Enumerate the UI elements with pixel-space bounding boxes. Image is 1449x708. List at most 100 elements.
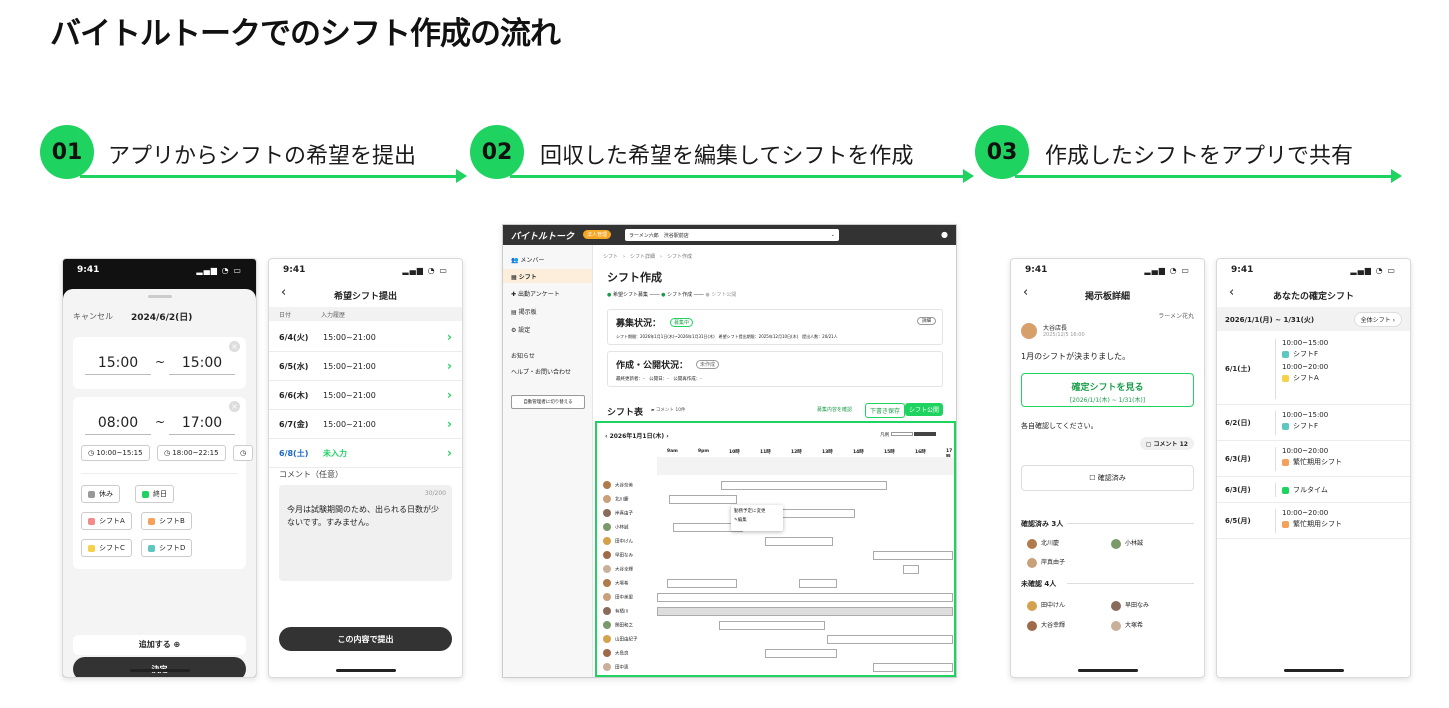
save-draft-button[interactable]: 下書き保存 xyxy=(865,403,906,418)
list-item[interactable]: 6/2(日) 10:00~15:00 シフトF xyxy=(1217,405,1410,441)
breadcrumb: シフト › シフト詳細 › シフト作成 xyxy=(603,254,693,260)
member-row[interactable]: 大島良 xyxy=(603,649,629,657)
start-time[interactable]: 08:00 xyxy=(85,415,151,435)
store-select[interactable]: ラーメン六郎 渋谷駅前店 ⌄ xyxy=(625,229,839,241)
list-item[interactable]: 6/3(月) 10:00~20:00 繁忙期用シフト xyxy=(1217,441,1410,477)
sheet-handle[interactable] xyxy=(148,295,172,298)
preset-chip[interactable]: ◷ 18:00~22:15 xyxy=(157,445,226,461)
view-recruit-link[interactable]: 募集内容を確認 xyxy=(817,406,852,413)
avatar xyxy=(603,635,611,643)
list-item[interactable]: 6/3(月) フルタイム xyxy=(1217,477,1410,503)
step-1-number: 01 xyxy=(40,125,94,179)
member-row[interactable]: 関田和之 xyxy=(603,621,633,629)
member-row[interactable]: 北川慶 xyxy=(603,495,629,503)
list-item[interactable]: 6/1(土) 10:00~15:00 シフトF 10:00~20:00 シフトA xyxy=(1217,333,1410,405)
people-icon: 👥 xyxy=(511,257,521,264)
list-item[interactable]: 6/7(金) 15:00~21:00 › xyxy=(269,410,462,439)
sidebar-item-help[interactable]: ヘルプ・お問い合わせ xyxy=(511,367,571,376)
member-row[interactable]: 早田なみ xyxy=(603,551,633,559)
progress-steps: ● 希望シフト募集 ―― ● シフト作成 ―― ● シフト公開 xyxy=(607,292,737,298)
member-row[interactable]: 大谷幸輝 xyxy=(603,565,633,573)
member-row[interactable]: 岸真由子 xyxy=(603,509,633,517)
publish-button[interactable]: シフト公開 xyxy=(905,403,944,416)
add-button[interactable]: 追加する ⊕ xyxy=(73,635,246,655)
logo: バイトルトーク xyxy=(511,232,575,242)
close-icon[interactable]: × xyxy=(229,341,240,352)
shift-bar[interactable] xyxy=(765,649,837,658)
close-icon[interactable]: × xyxy=(229,401,240,412)
step-1: 01 xyxy=(40,125,94,179)
shift-bar[interactable] xyxy=(657,593,953,602)
decide-button[interactable]: 決定 xyxy=(73,657,246,677)
list-item[interactable]: 6/6(木) 15:00~21:00 › xyxy=(269,381,462,410)
step-3-arrow-head xyxy=(1391,169,1402,183)
sidebar-item-board[interactable]: ▤ 掲示板 xyxy=(511,307,537,316)
sidebar-item-survey[interactable]: ✚ 出勤アンケート xyxy=(511,289,560,298)
list-item[interactable]: 6/8(土) 未入力 › xyxy=(269,439,462,468)
chip-shift-d[interactable]: シフトD xyxy=(141,539,193,557)
shift-color-swatch xyxy=(1282,422,1289,430)
shift-bar[interactable] xyxy=(667,579,737,588)
start-time[interactable]: 15:00 xyxy=(85,355,151,375)
shift-color-swatch xyxy=(1282,520,1289,528)
preset-chip[interactable]: ◷ xyxy=(233,445,253,461)
chip-shift-c[interactable]: シフトC xyxy=(81,539,132,557)
member-row[interactable]: 田中恵 xyxy=(603,663,629,671)
member-row[interactable]: 大塚希 xyxy=(603,579,629,587)
comment-button[interactable]: ▢ コメント 12 xyxy=(1139,437,1194,450)
menu-item-change[interactable]: 勤務予定に変更 xyxy=(734,508,780,514)
end-time[interactable]: 15:00 xyxy=(169,355,235,375)
list-item[interactable]: 6/5(水) 15:00~21:00 › xyxy=(269,352,462,381)
shift-bar-off[interactable] xyxy=(657,607,953,616)
comment-textarea[interactable]: 30/200 今月は試験期間のため、出られる日数が少ないです。すみません。 xyxy=(279,485,452,581)
submit-button[interactable]: この内容で提出 xyxy=(279,627,452,651)
chip-off[interactable]: 休み xyxy=(81,485,120,503)
table-date-nav[interactable]: ‹ 2026年1月1日(木) › xyxy=(605,431,669,440)
switch-admin-button[interactable]: 自動管理者に切り替える xyxy=(511,395,585,409)
shift-bar[interactable] xyxy=(765,537,833,546)
chip-shift-a[interactable]: シフトA xyxy=(81,512,132,530)
confirmed-shift-card[interactable]: 確定シフトを見る [2026/1/1(木) ~ 1/31(木)] xyxy=(1021,373,1194,407)
top-bar: バイトルトーク 法人管理 ラーメン六郎 渋谷駅前店 ⌄ ● xyxy=(503,225,956,245)
all-shifts-button[interactable]: 全体シフト › xyxy=(1353,312,1402,327)
confirm-checkbox[interactable]: ☐ 確認済み xyxy=(1021,465,1194,491)
member-row[interactable]: 田中けん xyxy=(603,537,633,545)
comment-count[interactable]: ▰ コメント 10件 xyxy=(651,407,686,413)
shift-bar[interactable] xyxy=(827,635,953,644)
cancel-button[interactable]: キャンセル xyxy=(73,311,113,322)
preset-chip[interactable]: ◷ 10:00~15:15 xyxy=(81,445,150,461)
recruit-title: 募集状況： xyxy=(616,319,662,329)
sidebar-item-news[interactable]: お知らせ xyxy=(511,351,535,360)
member-row[interactable]: 大谷奈美 xyxy=(603,481,633,489)
time-range-card-2: × 08:00 ~ 17:00 ◷ 10:00~15:15 ◷ 18:00~22… xyxy=(73,397,253,569)
member-row[interactable]: 山田由紀子 xyxy=(603,635,638,643)
shift-bar[interactable] xyxy=(721,481,887,490)
member-row[interactable]: 田中美里 xyxy=(603,593,633,601)
shift-bar[interactable] xyxy=(873,551,953,560)
page-title: バイトルトークでのシフト作成の流れ xyxy=(50,16,561,52)
member-row[interactable]: 小林誠 xyxy=(603,523,629,531)
menu-item-edit[interactable]: ✎編集 xyxy=(734,517,780,523)
end-time[interactable]: 17:00 xyxy=(169,415,235,435)
clock: 9:41 xyxy=(1231,265,1254,275)
shift-entries: フルタイム xyxy=(1275,483,1328,497)
sidebar-item-shift[interactable]: ▦ シフト xyxy=(503,269,592,283)
shift-bar[interactable] xyxy=(669,495,737,504)
shift-bar[interactable] xyxy=(873,663,953,672)
table-header: 日付 入力履歴 xyxy=(269,307,462,321)
sidebar-item-settings[interactable]: ⚙ 設定 xyxy=(511,325,530,334)
list-item[interactable]: 6/4(火) 15:00~21:00 › xyxy=(269,323,462,352)
recruit-badge: 募集中 xyxy=(670,318,694,327)
recruit-detail-button[interactable]: 詳細 xyxy=(917,317,936,325)
chip-all-day[interactable]: 終日 xyxy=(135,485,174,503)
user-icon[interactable]: ● xyxy=(941,230,948,239)
shift-bar[interactable] xyxy=(719,621,825,630)
avatar xyxy=(603,621,611,629)
chip-shift-b[interactable]: シフトB xyxy=(141,512,192,530)
member-row[interactable]: 有栖川 xyxy=(603,607,629,615)
legend: 凡例 xyxy=(880,432,936,438)
shift-bar[interactable] xyxy=(799,579,837,588)
sidebar-item-member[interactable]: 👥 メンバー xyxy=(511,255,544,264)
shift-bar[interactable] xyxy=(903,565,919,574)
list-item[interactable]: 6/5(月) 10:00~20:00 繁忙期用シフト xyxy=(1217,503,1410,539)
